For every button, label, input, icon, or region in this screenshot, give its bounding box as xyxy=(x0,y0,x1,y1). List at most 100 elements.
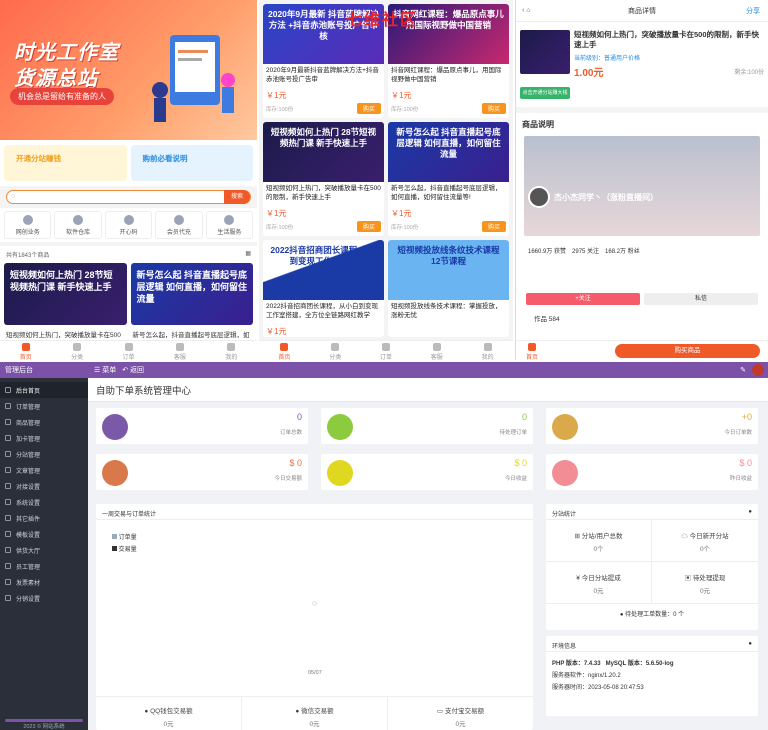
admin-topbar: 管理后台 ☰ 菜单 ↶ 返回 ✎ xyxy=(0,362,768,378)
product-thumbnail xyxy=(520,30,570,74)
buy-button[interactable]: 购买 xyxy=(481,103,506,114)
search-button[interactable]: 搜索 xyxy=(224,190,250,204)
sidebar-item-system[interactable]: 系统设置 xyxy=(0,494,88,510)
avatar xyxy=(528,186,550,208)
category-item[interactable]: 网创业务 xyxy=(4,211,52,239)
legend-swatch xyxy=(112,546,117,551)
product-stock: 库存:100份 xyxy=(266,224,294,231)
promo-open-substation[interactable]: 开通分站赚钱 成为分站你就是老板 xyxy=(4,145,127,199)
tab-mine[interactable]: 我的 xyxy=(462,341,513,360)
sidebar-item-staff[interactable]: 员工管理 xyxy=(0,558,88,574)
yen-icon xyxy=(552,460,578,486)
crown-icon xyxy=(173,215,184,225)
wechat-stat: ● 微信交易额 0元 xyxy=(242,697,388,730)
user-level: 当前级别：普通用户价格 xyxy=(574,56,641,62)
menu-toggle[interactable]: ☰ 菜单 xyxy=(94,365,116,375)
tab-home[interactable]: 首页 xyxy=(520,341,544,360)
buy-product-button[interactable]: 购买商品 xyxy=(615,344,760,358)
service-icon xyxy=(175,343,184,351)
alipay-stat: ▭ 支付宝交易额 0元 xyxy=(437,708,484,728)
sidebar-item-articles[interactable]: 文章管理 xyxy=(0,462,88,478)
product-image: 新号怎么起 抖音直播起号底层逻辑 如何直播，如何留住流量 xyxy=(130,263,253,325)
message-button[interactable]: 私信 xyxy=(644,293,758,305)
mobile-product-grid: 2020年9月最新 抖音蓝牌解决方法 +抖音赤池账号投广告审核 2020年9月最… xyxy=(259,0,513,360)
sidebar-item-templates[interactable]: 模板设置 xyxy=(0,526,88,542)
buy-button[interactable]: 购买 xyxy=(356,103,381,114)
back-icon[interactable]: ‹ ⌂ xyxy=(522,7,531,14)
sidebar-item-substation[interactable]: 分站管理 xyxy=(0,446,88,462)
product-card[interactable]: 2022抖音招商团长课程 小白到变现工作室搭建 2022抖音招商团长课程，从小白… xyxy=(263,240,384,337)
star-icon xyxy=(123,215,134,225)
banner-illustration-icon xyxy=(152,35,235,122)
category-item[interactable]: 软件仓库 xyxy=(54,211,102,239)
banner-slogan: 机会总是留给有准备的人 xyxy=(10,88,114,105)
sidebar-item-home[interactable]: 后台首页 xyxy=(0,382,88,398)
tab-mine[interactable]: 我的 xyxy=(206,341,257,360)
product-title: 短视频投放线条技术课程：掌握投放，涨粉无忧 xyxy=(391,303,502,319)
product-image: 短视频如何上热门 28节短视频热门课 新手快速上手 xyxy=(263,122,384,182)
home-icon xyxy=(5,387,11,393)
product-title: 短视频如何上热门，突破播放量卡在500的限制，新手快速上手 xyxy=(574,30,760,49)
sidebar-item-distribution[interactable]: 分销设置 xyxy=(0,590,88,606)
service-icon xyxy=(432,343,441,351)
buy-button[interactable]: 购买 xyxy=(481,221,506,232)
settings-icon[interactable]: ✎ xyxy=(740,366,746,374)
product-card[interactable]: 短视频如何上热门 28节短视频热门课 新手快速上手 短视频如何上热门，突破播放量… xyxy=(263,122,384,236)
tab-category[interactable]: 分类 xyxy=(310,341,361,360)
globe-icon xyxy=(22,215,33,225)
link-icon xyxy=(5,483,11,489)
panel-title: 环境信息 xyxy=(552,644,577,650)
admin-brand: 管理后台 xyxy=(5,367,33,374)
sidebar-item-docking[interactable]: 对接设置 xyxy=(0,478,88,494)
sidebar-item-materials[interactable]: 发票素材 xyxy=(0,574,88,590)
category-item[interactable]: 生活服务 xyxy=(205,211,254,239)
category-item[interactable]: 会员代充 xyxy=(155,211,203,239)
sidebar-item-orders[interactable]: 订单管理 xyxy=(0,398,88,414)
sidebar-item-products[interactable]: 商品管理 xyxy=(0,414,88,430)
category-item[interactable]: 开心码 xyxy=(104,211,153,239)
user-icon xyxy=(224,215,235,225)
sidebar-item-supply[interactable]: 供货大厅 xyxy=(0,542,88,558)
admin-main: 自助下单系统管理中心 0 订单总数 0 待处理订单 +0 今日订单数 $ 0 今日交易额… xyxy=(88,378,768,730)
stat-card-today-income: $ 0 今日收益 xyxy=(321,454,533,490)
works-tab[interactable]: 作品 584 xyxy=(516,309,768,327)
admin-dashboard: 管理后台 ☰ 菜单 ↶ 返回 ✎ 后台首页 订单管理 商品管理 加卡管理 分站管… xyxy=(0,362,768,730)
product-image: 2022抖音招商团长课程 小白到变现工作室搭建 xyxy=(263,240,384,300)
product-price: ￥1元 xyxy=(266,91,287,100)
search-input[interactable]: ○ 搜索 xyxy=(6,190,251,204)
php-version: PHP 版本：7.4.33 xyxy=(552,661,601,667)
briefcase-icon xyxy=(552,414,578,440)
yen-icon xyxy=(102,460,128,486)
circle-icon xyxy=(327,414,353,440)
tab-orders[interactable]: 订单 xyxy=(103,341,154,360)
buy-button[interactable]: 购买 xyxy=(356,221,381,232)
sidebar-item-plugins[interactable]: 其它插件 xyxy=(0,510,88,526)
product-image: 新号怎么起 抖音直播起号底层逻辑 如何直播，如何留住流量 xyxy=(388,122,509,182)
tab-home[interactable]: 首页 xyxy=(0,341,51,360)
return-link[interactable]: ↶ 返回 xyxy=(122,365,144,375)
qq-icon: ● xyxy=(144,708,149,715)
product-card[interactable]: 短视频投放线条纹技术课程 12节课程 短视频投放线条技术课程：掌握投放，涨粉无忧 xyxy=(388,240,509,337)
banner-subtitle: 货源总站 xyxy=(14,68,98,90)
page-title: 自助下单系统管理中心 xyxy=(88,378,768,402)
follow-button[interactable]: +关注 xyxy=(526,293,640,305)
tab-service[interactable]: 客服 xyxy=(411,341,462,360)
tab-category[interactable]: 分类 xyxy=(51,341,102,360)
store-icon xyxy=(5,547,11,553)
home-banner[interactable]: 时光工作室 货源总站 机会总是留给有准备的人 xyxy=(0,0,257,140)
product-image: 短视频如何上热门 28节短视频热门课 新手快速上手 xyxy=(4,263,127,325)
loading-spinner-icon: ◌ xyxy=(312,599,317,608)
product-card[interactable]: 新号怎么起 抖音直播起号底层逻辑 如何直播，如何留住流量 新号怎么起，抖音直播起… xyxy=(388,122,509,236)
open-substation-button[interactable]: 点击开通分站赚大钱 xyxy=(520,87,570,99)
grid-toggle-icon[interactable]: ▦ xyxy=(245,250,251,259)
watermark: 七维社区 xyxy=(346,12,419,29)
circle-icon: ● xyxy=(748,509,752,515)
avatar[interactable] xyxy=(752,364,764,376)
cloud-icon: ☁ xyxy=(681,533,688,540)
tab-service[interactable]: 客服 xyxy=(154,341,205,360)
promo-read-notice[interactable]: 购前必看说明 请您务必看看 xyxy=(130,145,253,199)
sidebar-item-cards[interactable]: 加卡管理 xyxy=(0,430,88,446)
tab-home[interactable]: 首页 xyxy=(259,341,310,360)
tab-orders[interactable]: 订单 xyxy=(361,341,412,360)
share-button[interactable]: 分享 xyxy=(746,6,760,16)
